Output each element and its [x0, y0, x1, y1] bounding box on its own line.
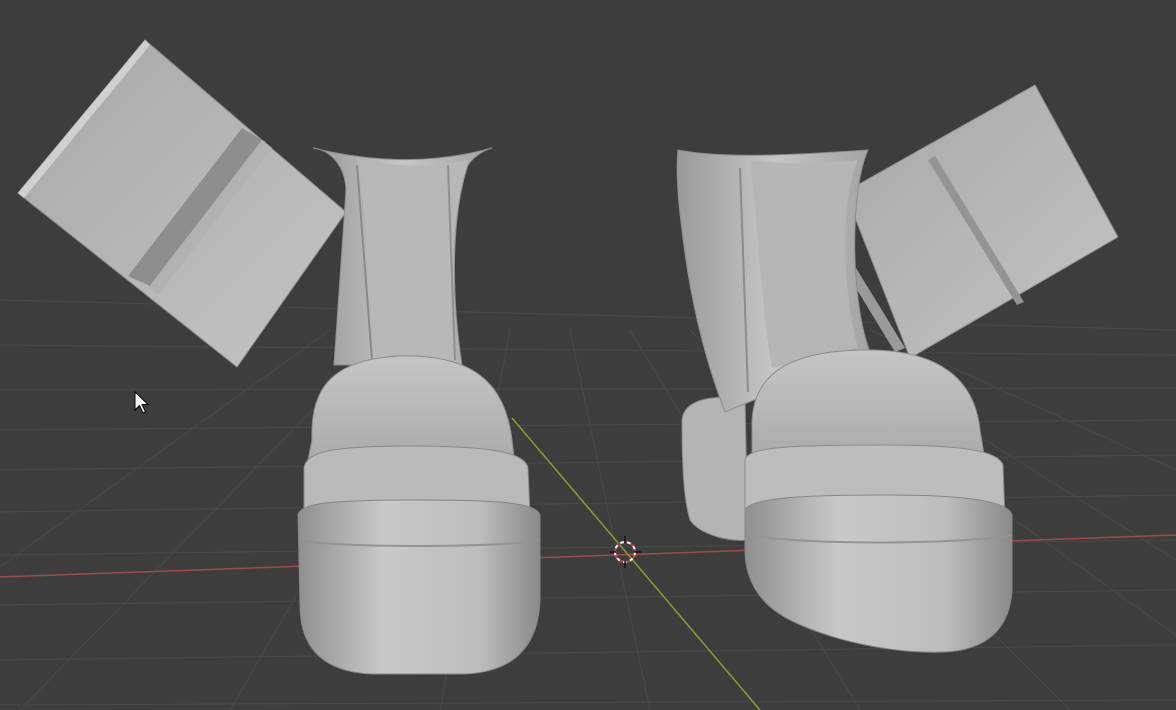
3d-viewport[interactable] [0, 0, 1176, 710]
panel-right[interactable] [840, 84, 1119, 359]
viewport-canvas[interactable] [0, 0, 1176, 710]
arrow-pointer-icon [134, 390, 150, 414]
panel-left[interactable] [17, 39, 347, 368]
